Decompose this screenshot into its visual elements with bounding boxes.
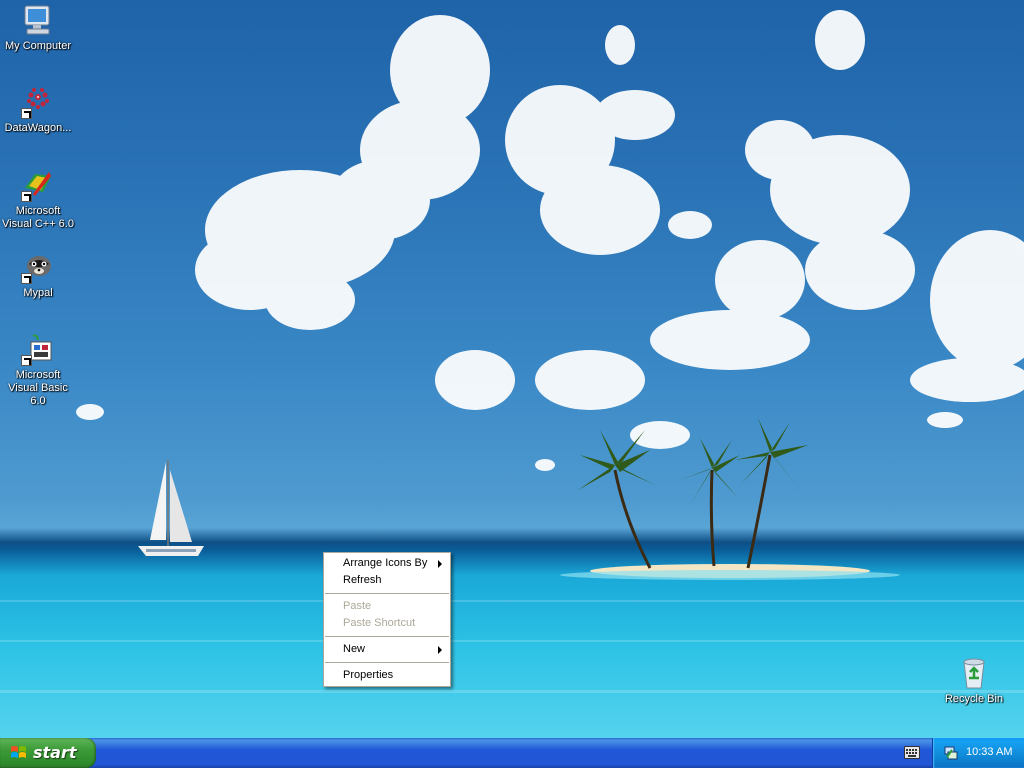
shortcut-arrow-icon (21, 273, 32, 284)
desktop-icon-datawagon[interactable]: DataWagon... (0, 85, 76, 135)
menu-item-label: Arrange Icons By (343, 557, 428, 569)
clock[interactable]: 10:33 AM (966, 746, 1012, 758)
menu-item-properties[interactable]: Properties (324, 667, 450, 684)
system-tray: 10:33 AM (932, 738, 1024, 768)
clouds (76, 10, 1024, 471)
desktop-icon-label: Mypal (23, 287, 53, 299)
sailboat (138, 460, 204, 556)
menu-separator (325, 593, 449, 594)
start-label: start (33, 743, 77, 762)
desktop-icon-label: Microsoft Visual C++ 6.0 (2, 205, 74, 230)
desktop-context-menu: Arrange Icons By Refresh Paste Paste Sho… (323, 552, 451, 687)
desktop-icon-label: Recycle Bin (944, 693, 1004, 705)
submenu-arrow-icon (438, 646, 442, 654)
menu-item-paste: Paste (324, 598, 450, 615)
desktop-icon-label: Microsoft Visual Basic 6.0 (8, 369, 68, 407)
menu-item-arrange-icons-by[interactable]: Arrange Icons By (324, 555, 450, 572)
my-computer-icon (21, 3, 55, 37)
visual-cpp-icon (21, 168, 55, 202)
menu-item-label: New (343, 643, 366, 655)
desktop-wallpaper[interactable]: My Computer DataWagon... Microsoft Visua… (0, 0, 1024, 738)
menu-item-new[interactable]: New (324, 641, 450, 658)
desktop-icon-recycle-bin[interactable]: Recycle Bin (936, 656, 1012, 706)
shortcut-arrow-icon (21, 355, 32, 366)
visual-basic-icon (21, 332, 55, 366)
menu-item-paste-shortcut: Paste Shortcut (324, 615, 450, 632)
submenu-arrow-icon (438, 560, 442, 568)
wallpaper-scene (0, 10, 1024, 693)
desktop-icon-visual-cpp[interactable]: Microsoft Visual C++ 6.0 (0, 168, 76, 231)
palm-trees (613, 454, 772, 569)
recycle-bin-icon (957, 656, 991, 690)
menu-item-label: Paste (343, 600, 372, 612)
desktop-icon-mypal[interactable]: Mypal (0, 250, 76, 300)
network-icon[interactable] (943, 745, 959, 761)
menu-item-label: Refresh (343, 574, 382, 586)
datawagon-icon (21, 85, 55, 119)
desktop-icon-label: My Computer (4, 40, 72, 52)
shortcut-arrow-icon (21, 108, 32, 119)
windows-logo-icon (10, 745, 27, 761)
keyboard-icon[interactable] (904, 746, 920, 759)
menu-separator (325, 662, 449, 663)
desktop-icon-visual-basic[interactable]: Microsoft Visual Basic 6.0 (0, 332, 76, 408)
shortcut-arrow-icon (21, 191, 32, 202)
start-button[interactable]: start (0, 738, 96, 768)
mypal-icon (21, 250, 55, 284)
desktop-icon-label: DataWagon... (4, 122, 72, 134)
taskbar: start 10:33 AM (0, 738, 1024, 768)
menu-item-label: Paste Shortcut (343, 617, 416, 629)
menu-separator (325, 636, 449, 637)
menu-item-refresh[interactable]: Refresh (324, 572, 450, 589)
menu-item-label: Properties (343, 669, 394, 681)
desktop-icon-my-computer[interactable]: My Computer (0, 3, 76, 53)
